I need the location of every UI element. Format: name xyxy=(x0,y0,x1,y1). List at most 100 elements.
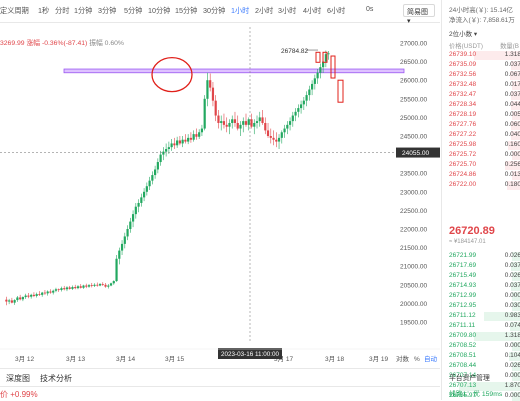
decimal-select-label: 2位小数 xyxy=(449,31,472,38)
bid-row[interactable]: 26708.520.000 xyxy=(449,342,520,351)
ask-row[interactable]: 26728.340.044 xyxy=(449,101,520,110)
order-qty: 0.104 xyxy=(505,352,520,359)
ask-row[interactable]: 26727.220.040 xyxy=(449,131,520,140)
tab-depth[interactable]: 深度图 xyxy=(6,373,30,384)
candle-body xyxy=(305,95,307,101)
candle-body xyxy=(195,134,197,137)
bid-row[interactable]: 26721.990.026 xyxy=(449,252,520,261)
period-5[interactable]: 5分钟 xyxy=(124,6,142,16)
axis-toggle[interactable]: % xyxy=(414,356,420,363)
axis-toggle[interactable]: 对数 xyxy=(396,354,410,363)
bid-row[interactable]: 26708.510.104 xyxy=(449,352,520,361)
candle-body xyxy=(58,289,60,290)
ask-row[interactable]: 26732.470.037 xyxy=(449,91,520,100)
y-tick-label: 26500.00 xyxy=(400,59,427,66)
bid-row[interactable]: 26708.440.026 xyxy=(449,362,520,371)
bid-row[interactable]: 26715.49 0.026 xyxy=(449,272,520,281)
period-1[interactable]: 1秒 xyxy=(38,6,49,16)
period-13[interactable]: 6小时 xyxy=(327,6,345,16)
candle-body xyxy=(242,121,244,125)
period-7[interactable]: 15分钟 xyxy=(175,6,197,16)
ask-row[interactable]: 26725.980.160 xyxy=(449,141,520,150)
chart-mode-dropdown[interactable]: 简易图 ▾ xyxy=(403,4,435,17)
order-price: 26715.49 xyxy=(449,272,476,279)
order-qty: 0.026 xyxy=(505,252,520,259)
candlestick-chart[interactable]: 27000.0026500.0026000.0025500.0025000.00… xyxy=(0,22,440,368)
y-tick-label: 27000.00 xyxy=(400,41,427,48)
ask-row[interactable]: 26725.720.000 xyxy=(449,151,520,160)
period-11[interactable]: 3小时 xyxy=(278,6,296,16)
bid-row[interactable]: 26711.110.074 xyxy=(449,322,520,331)
ask-row[interactable]: 26728.190.005 xyxy=(449,111,520,120)
refresh-interval[interactable]: 0s xyxy=(366,6,373,13)
period-4[interactable]: 3分钟 xyxy=(98,6,116,16)
candle-body xyxy=(168,147,170,149)
candle-body xyxy=(198,132,200,136)
ask-row[interactable]: 26735.090.037 xyxy=(449,61,520,70)
candle-body xyxy=(22,297,24,299)
period-6[interactable]: 10分钟 xyxy=(148,6,170,16)
candle-body xyxy=(294,112,296,116)
order-qty: 0.000 xyxy=(505,392,520,399)
candle-body xyxy=(140,197,142,203)
candle-body xyxy=(226,125,228,127)
candle-body xyxy=(297,108,299,112)
candle-body xyxy=(261,117,263,123)
period-10[interactable]: 2小时 xyxy=(255,6,273,16)
candle-body xyxy=(228,123,230,127)
candle-body xyxy=(245,121,247,125)
red-marker xyxy=(316,52,320,62)
ask-row[interactable]: 26732.480.017 xyxy=(449,81,520,90)
ask-row[interactable]: 26724.860.013 xyxy=(449,171,520,180)
candle-body xyxy=(283,129,285,133)
order-qty: 0.026 xyxy=(505,272,520,279)
period-9[interactable]: 1小时 xyxy=(231,6,249,16)
candle-body xyxy=(253,123,255,127)
candle-body xyxy=(328,53,330,54)
y-tick-label: 21500.00 xyxy=(400,245,427,252)
period-12[interactable]: 4小时 xyxy=(303,6,321,16)
ask-row[interactable]: 26739.101.318 xyxy=(449,51,520,60)
candle-body xyxy=(137,203,139,207)
candle-body xyxy=(99,284,101,285)
ask-row[interactable]: 26722.000.180 xyxy=(449,181,520,190)
order-qty: 0.030 xyxy=(505,302,520,309)
order-qty: 0.000 xyxy=(505,342,520,349)
order-qty: 0.983 xyxy=(505,312,520,319)
candle-body xyxy=(292,116,294,122)
bid-row[interactable]: 26712.990.000 xyxy=(449,292,520,301)
axis-toggle[interactable]: 自动 xyxy=(424,354,438,363)
order-price: 26727.76 xyxy=(449,121,476,128)
bid-row[interactable]: 26709.801.318 xyxy=(449,332,520,341)
order-price: 26739.10 xyxy=(449,51,476,58)
decimal-select[interactable]: 2位小数 ▾ xyxy=(449,28,477,38)
ask-row[interactable]: 26732.560.067 xyxy=(449,71,520,80)
candle-body xyxy=(314,78,316,84)
col-qty: 数量(B xyxy=(500,41,519,50)
period-8[interactable]: 30分钟 xyxy=(203,6,225,16)
period-3[interactable]: 1分钟 xyxy=(74,6,92,16)
asset-management-link[interactable]: 平台资产管理 xyxy=(449,372,490,382)
bid-row[interactable]: 26714.930.037 xyxy=(449,282,520,291)
x-tick-label: 3月 14 xyxy=(116,355,136,363)
bid-row[interactable]: 26711.120.983 xyxy=(449,312,520,321)
order-qty: 0.005 xyxy=(505,111,520,118)
tab-technical[interactable]: 技术分析 xyxy=(40,373,72,384)
candle-body xyxy=(204,99,206,129)
order-qty: 0.044 xyxy=(505,101,520,108)
period-2[interactable]: 分时 xyxy=(55,6,69,16)
candle-body xyxy=(160,155,162,162)
ask-row[interactable]: 26727.760.060 xyxy=(449,121,520,130)
candle-body xyxy=(124,236,126,243)
candle-body xyxy=(25,296,27,297)
stat-volume-text: 净流入(￥): 7,858.61万 xyxy=(449,17,515,24)
order-price: 26712.99 xyxy=(449,292,476,299)
y-tick-label: 25500.00 xyxy=(400,96,427,103)
bid-row[interactable]: 26717.690.037 xyxy=(449,262,520,271)
ask-row[interactable]: 26725.700.256 xyxy=(449,161,520,170)
order-qty: 0.256 xyxy=(505,161,520,168)
order-qty: 0.013 xyxy=(505,171,520,178)
period-0[interactable]: 定义周期 xyxy=(0,6,29,16)
highlight-band xyxy=(64,69,404,73)
bid-row[interactable]: 26712.950.030 xyxy=(449,302,520,311)
